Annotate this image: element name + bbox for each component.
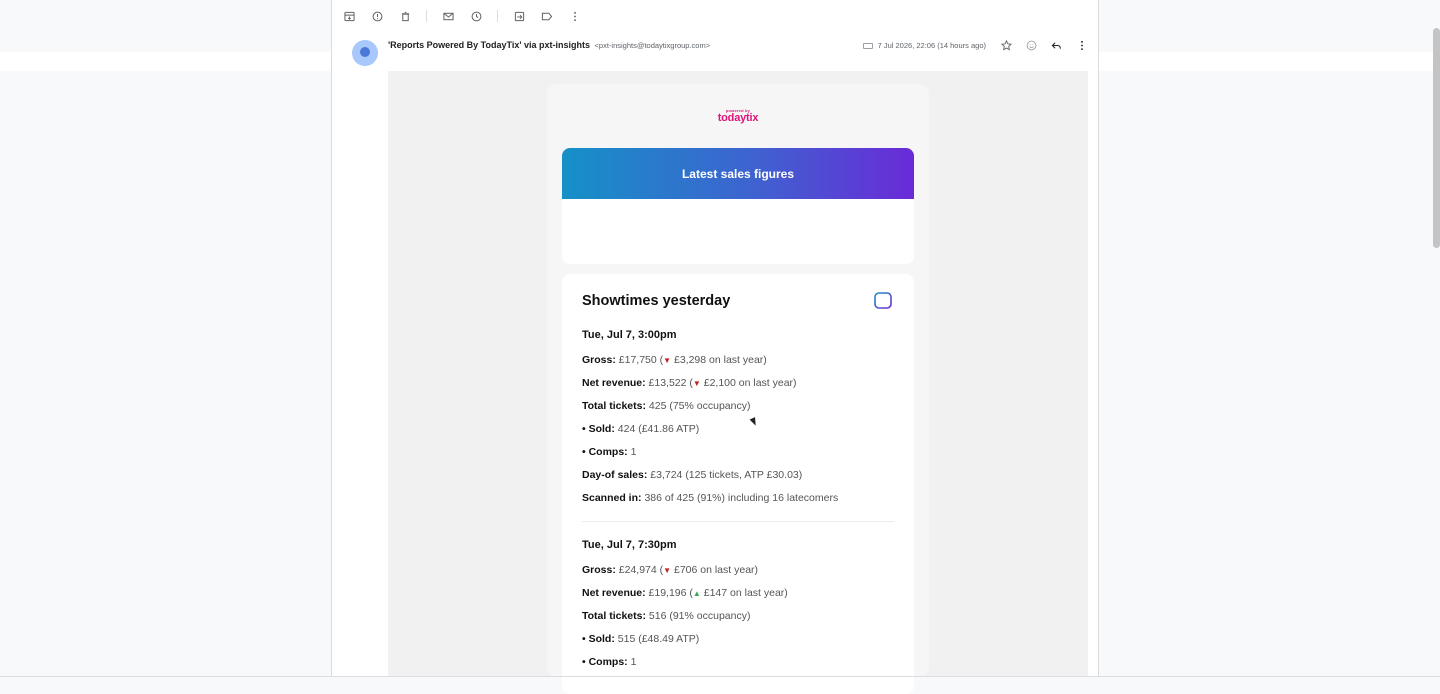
report-spam-icon[interactable] — [370, 9, 384, 23]
scanned-in-line: Scanned in: 386 of 425 (91%) including 1… — [582, 492, 839, 504]
delete-icon[interactable] — [398, 9, 412, 23]
page-scrollbar[interactable] — [1433, 28, 1440, 248]
section-title: Showtimes yesterday — [582, 293, 731, 309]
logo-wordmark: todaytix — [717, 112, 759, 124]
sender: 'Reports Powered By TodayTix' via pxt-in… — [388, 40, 710, 50]
emoji-icon[interactable] — [1025, 39, 1037, 51]
total-tickets-line: Total tickets: 425 (75% occupancy) — [582, 400, 751, 412]
down-arrow-icon: ▼ — [663, 566, 672, 575]
message-header: 'Reports Powered By TodayTix' via pxt-in… — [332, 33, 1098, 66]
gross-line: Gross: £24,974 (▼ £706 on last year) — [582, 564, 759, 576]
message-date: 7 Jul 2026, 22:06 (14 hours ago) — [862, 41, 986, 50]
showtimes-panel: Showtimes yesterday Tue, Jul 7, 3:00pm G… — [562, 274, 914, 694]
showtime-block: Tue, Jul 7, 3:00pm Gross: £17,750 (▼ £3,… — [582, 329, 894, 515]
star-icon[interactable] — [1000, 39, 1012, 51]
more-vert-icon[interactable] — [1076, 39, 1088, 51]
total-tickets-line: Total tickets: 516 (91% occupancy) — [582, 610, 751, 622]
label-icon[interactable] — [540, 9, 554, 23]
showtime-divider — [582, 521, 894, 522]
more-vert-icon[interactable] — [568, 9, 582, 23]
date-text: 7 Jul 2026, 22:06 (14 hours ago) — [877, 41, 986, 50]
down-arrow-icon: ▼ — [692, 379, 701, 388]
toolbar-divider — [497, 10, 498, 22]
up-arrow-icon: ▲ — [692, 589, 701, 598]
move-to-icon[interactable] — [512, 9, 526, 23]
attachment-label-icon — [862, 42, 873, 49]
sold-line: • Sold: 515 (£48.49 ATP) — [582, 633, 700, 645]
sender-name[interactable]: 'Reports Powered By TodayTix' via pxt-in… — [388, 40, 590, 50]
archive-icon[interactable] — [342, 9, 356, 23]
net-revenue-line: Net revenue: £13,522 (▼ £2,100 on last y… — [582, 377, 797, 389]
toolbar-divider — [426, 10, 427, 22]
todaytix-logo[interactable]: powered by todaytix — [547, 108, 929, 124]
gross-line: Gross: £17,750 (▼ £3,298 on last year) — [582, 354, 767, 366]
net-revenue-line: Net revenue: £19,196 (▲ £147 on last yea… — [582, 587, 788, 599]
snooze-icon[interactable] — [469, 9, 483, 23]
calendar-icon — [874, 290, 892, 309]
comps-line: • Comps: 1 — [582, 446, 637, 458]
hero-banner: Latest sales figures — [562, 148, 914, 199]
showtime-title: Tue, Jul 7, 7:30pm — [582, 539, 677, 551]
reply-icon[interactable] — [1050, 39, 1062, 51]
message-toolbar — [332, 0, 1098, 32]
sold-line: • Sold: 424 (£41.86 ATP) — [582, 423, 700, 435]
down-arrow-icon: ▼ — [663, 356, 672, 365]
day-of-sales-line: Day-of sales: £3,724 (125 tickets, ATP £… — [582, 469, 803, 481]
showtime-block: Tue, Jul 7, 7:30pm Gross: £24,974 (▼ £70… — [582, 539, 894, 679]
showtime-title: Tue, Jul 7, 3:00pm — [582, 329, 677, 341]
mark-unread-icon[interactable] — [441, 9, 455, 23]
sales-hero-card: Latest sales figures — [562, 148, 914, 264]
avatar[interactable] — [352, 40, 378, 66]
sender-email: <pxt-insights@todaytixgroup.com> — [594, 41, 711, 50]
